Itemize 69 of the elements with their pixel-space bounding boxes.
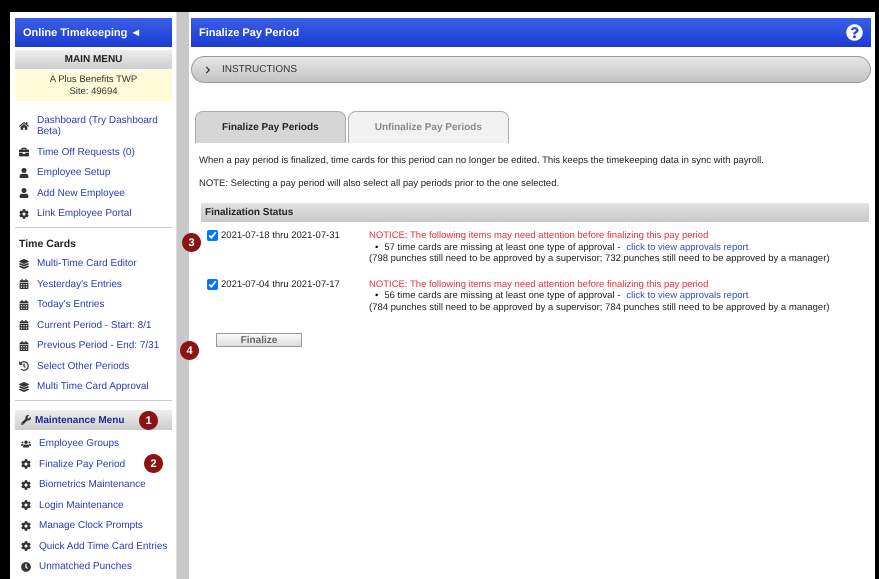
sidebar-link[interactable]: Employee Setup [19,167,110,178]
page-title: Finalize Pay Period [199,26,300,38]
info-text: When a pay period is finalized, time cards for this period can no longer be edited. This keeps the timekeeping data in sync with payroll. [199,155,765,166]
gear-icon [21,520,31,530]
approvals-report-link[interactable]: click to view approvals report [626,290,748,302]
main-menu-header: MAIN MENU [15,50,172,69]
step-number-badge: 2 [144,454,163,473]
period-checkbox[interactable] [207,278,218,290]
step-number-badge: 4 [180,341,199,360]
instructions-toggle[interactable]: INSTRUCTIONS [191,56,871,83]
punch-detail-text: (784 punches still need to be approved by a supervisor; 784 punches still need to be approved by a manager) [369,302,830,313]
gear-icon [19,208,29,218]
bullet-icon: • [375,290,378,302]
people-icon [21,438,31,448]
sidebar-link[interactable]: Finalize Pay Period [21,458,126,470]
tab[interactable]: Finalize Pay Periods [195,111,346,143]
clock-icon [21,562,31,572]
help-icon[interactable] [846,24,863,41]
stack-icon [19,258,29,268]
sidebar-link[interactable]: Quick Add Time Card Entries [21,540,168,552]
person-icon [19,188,29,198]
site-info-panel: A Plus Benefits TWP Site: 49694 [15,71,172,101]
gear-icon [21,459,31,469]
bullet-icon: • [375,242,378,253]
sidebar-link[interactable]: Biometrics Maintenance [21,479,146,490]
calendar-icon [19,340,29,350]
info-text: NOTE: Selecting a pay period will also select all pay periods prior to the one selected. [199,178,560,189]
punch-detail-text: (798 punches still need to be approved by a supervisor; 732 punches still need to be approved by a manager) [369,253,830,264]
period-label: 2021-07-18 thru 2021-07-31 [221,230,340,241]
sidebar-link[interactable]: Unmatched Punches [21,561,132,572]
sidebar-link[interactable]: Manage Clock Prompts [21,520,143,531]
sidebar-link[interactable]: Login Maintenance [21,500,124,510]
sidebar-link[interactable]: Previous Period - End: 7/31 [19,340,160,351]
calendar-icon [19,300,29,310]
missing-approval-text: 56 time cards are missing at least one type of approval - [384,290,620,302]
section-heading: Time Cards [18,237,77,250]
sidebar-link[interactable]: Add New Employee [19,188,125,198]
stack-icon [19,382,29,392]
sidebar-link[interactable]: Multi Time Card Approval [19,381,149,392]
sidebar-link[interactable]: Link Employee Portal [19,208,132,219]
calendar-icon [19,320,29,330]
calendar-icon [19,279,29,289]
sidebar-link[interactable]: Multi-Time Card Editor [19,258,137,269]
period-checkbox[interactable] [207,230,218,241]
gear-icon [21,500,31,510]
home-icon [19,121,29,131]
chevron-icon [204,66,212,74]
section-header: Finalization Status [201,203,869,222]
notice-text: NOTICE: The following items may need attention before finalizing this pay period [369,278,710,290]
finalize-button[interactable]: Finalize [216,333,302,347]
sidebar-title[interactable]: Online Timekeeping ◄ [15,18,172,47]
sidebar-link[interactable]: Current Period - Start: 8/1 [19,320,152,330]
period-label: 2021-07-04 thru 2021-07-17 [221,278,340,290]
sidebar-link[interactable]: Time Off Requests (0) [19,146,135,158]
gear-icon [21,541,31,551]
sidebar-link[interactable]: Dashboard (Try Dashboard Beta) [19,115,170,137]
gear-icon [21,480,31,490]
notice-text: NOTICE: The following items may need attention before finalizing this pay period [369,230,710,242]
sidebar-link[interactable]: Today's Entries [19,299,104,310]
person-icon [19,168,29,178]
missing-approval-text: 57 time cards are missing at least one type of approval - [384,242,620,253]
approvals-report-link[interactable]: click to view approvals report [626,242,748,253]
sidebar-link[interactable]: Employee Groups [21,438,120,449]
step-number-badge: 3 [182,233,201,252]
briefcase-icon [19,147,29,157]
sidebar-link[interactable]: Yesterday's Entries [19,278,122,290]
wrench-icon [21,415,31,425]
history-icon [19,361,29,371]
sidebar-link[interactable]: Select Other Periods [19,360,130,372]
